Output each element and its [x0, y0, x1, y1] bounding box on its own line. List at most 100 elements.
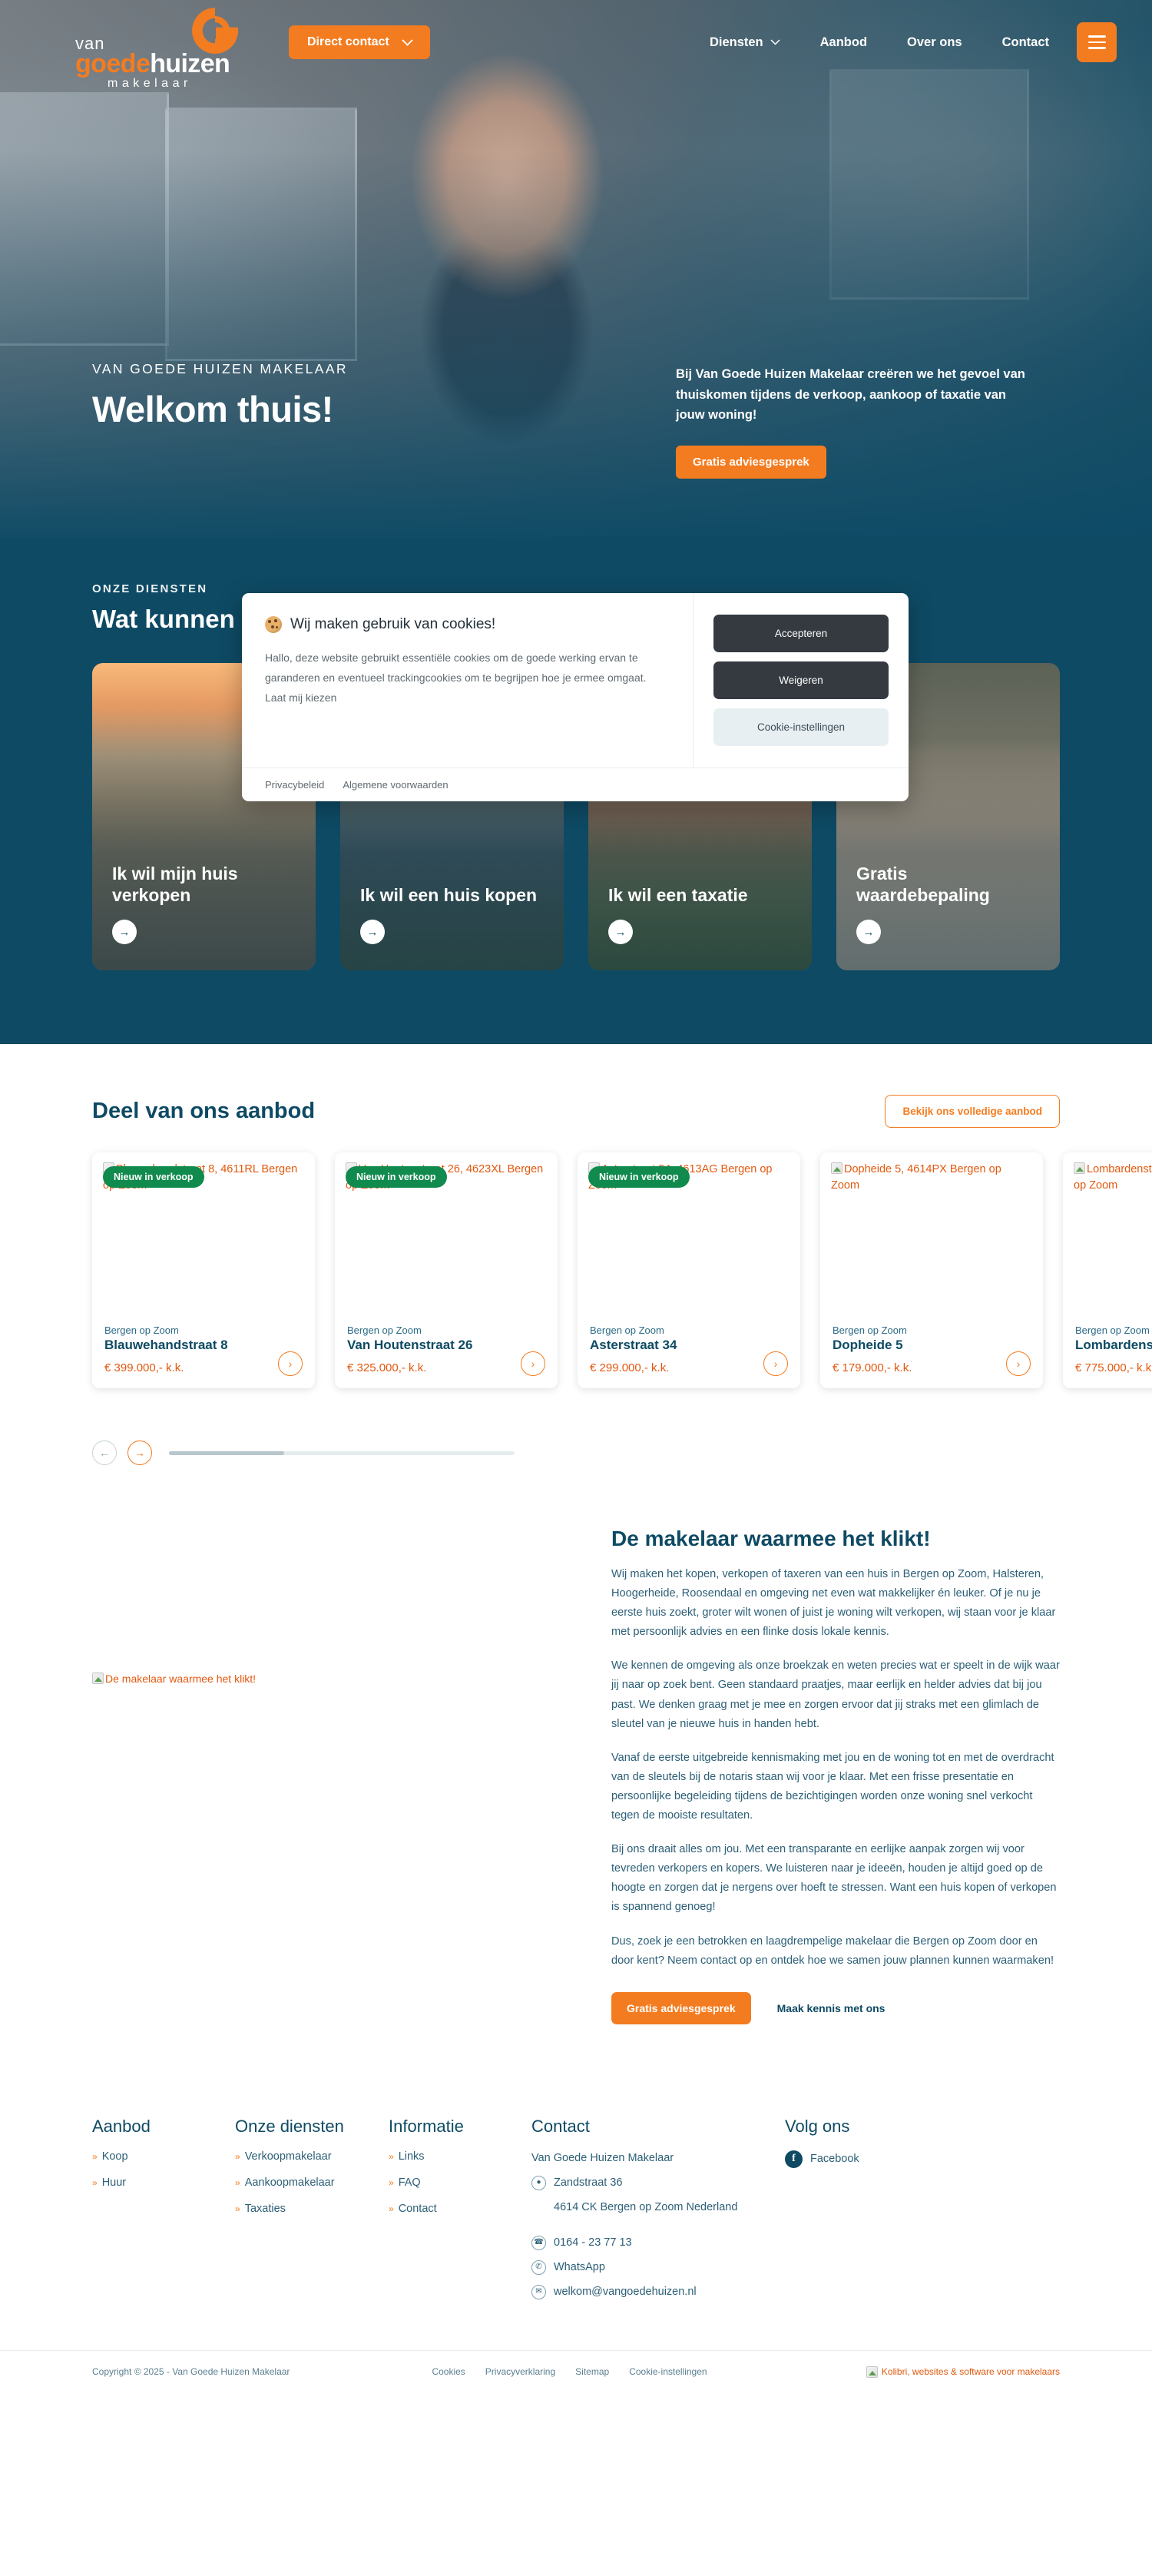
listings-carousel[interactable]: Nieuw in verkoop Blauwehandstraat 8, 461… — [92, 1152, 1152, 1388]
footer-phone[interactable]: ☎ 0164 - 23 77 13 — [531, 2235, 785, 2251]
footer-link-faq[interactable]: » FAQ — [389, 2177, 531, 2189]
about-image-alt: De makelaar waarmee het klikt! — [105, 1673, 257, 1685]
nav-item-aanbod[interactable]: Aanbod — [820, 35, 867, 50]
burger-line — [1087, 41, 1106, 44]
footer-link-koop[interactable]: » Koop — [92, 2150, 235, 2163]
listing-image-placeholder: Lombardenstraat 9, 4611ZH Bergen op Zoom — [1063, 1152, 1152, 1314]
carousel-next-button[interactable]: → — [127, 1441, 152, 1465]
carousel-scrollbar-track[interactable] — [169, 1450, 515, 1455]
site-logo[interactable]: van goedehuizen makelaar — [35, 0, 266, 90]
listing-card[interactable]: Dopheide 5, 4614PX Bergen op Zoom Bergen… — [820, 1152, 1043, 1388]
chevron-right-icon[interactable]: › — [763, 1351, 788, 1376]
cookie-decline-button[interactable]: Weigeren — [713, 661, 889, 699]
logo-main: goedehuizen — [75, 51, 230, 77]
arrow-right-icon[interactable]: → — [112, 920, 137, 944]
listing-image-alt: Lombardenstraat 9, 4611ZH Bergen op Zoom — [1074, 1163, 1152, 1192]
carousel-prev-button[interactable]: ← — [92, 1441, 117, 1465]
listing-city: Bergen op Zoom — [104, 1324, 179, 1336]
footer-phone-label: 0164 - 23 77 13 — [554, 2236, 632, 2249]
footer-bottom-link-privacy[interactable]: Privacyverklaring — [485, 2366, 555, 2377]
footer-whatsapp-label: WhatsApp — [554, 2260, 605, 2273]
nav-item-diensten[interactable]: Diensten — [710, 35, 780, 50]
chevron-right-icon[interactable]: › — [521, 1351, 545, 1376]
about-section: De makelaar waarmee het klikt! De makela… — [0, 1465, 1152, 2070]
social-link-label: Facebook — [810, 2153, 859, 2166]
chevron-right-icon[interactable]: › — [278, 1351, 303, 1376]
location-pin-icon: ● — [531, 2175, 546, 2190]
service-card-body: Gratis waardebepaling → — [856, 863, 1040, 944]
kolibri-credit[interactable]: Kolibri, websites & software voor makela… — [866, 2365, 1060, 2378]
cookie-privacy-link[interactable]: Privacybeleid — [265, 779, 324, 791]
broken-image-icon — [831, 1162, 842, 1174]
arrow-right-icon[interactable]: → — [360, 920, 385, 944]
listing-card[interactable]: Nieuw in verkoop Blauwehandstraat 8, 461… — [92, 1152, 315, 1388]
carousel-scrollbar-thumb[interactable] — [169, 1450, 284, 1455]
about-cta-primary-button[interactable]: Gratis adviesgesprek — [611, 1991, 751, 2024]
burger-line — [1087, 35, 1106, 38]
broken-image-icon — [866, 2365, 878, 2378]
footer-column-title: Contact — [531, 2116, 590, 2136]
view-all-listings-button[interactable]: Bekijk ons volledige aanbod — [885, 1095, 1060, 1128]
listing-card[interactable]: Nieuw in verkoop Van Houtenstraat 26, 46… — [335, 1152, 558, 1388]
footer-link-taxaties[interactable]: » Taxaties — [235, 2203, 389, 2215]
footer-link-label: Links — [398, 2150, 425, 2163]
main-navigation: Diensten Aanbod Over ons Contact — [710, 35, 1049, 50]
cookie-settings-button[interactable]: Cookie-instellingen — [713, 708, 889, 746]
listing-image-placeholder: Dopheide 5, 4614PX Bergen op Zoom — [820, 1152, 1043, 1314]
cookie-dialog-title: Wij maken gebruik van cookies! — [290, 616, 496, 632]
status-badge: Nieuw in verkoop — [103, 1166, 204, 1188]
cookie-icon — [265, 616, 282, 633]
footer-bottom-link-cookie-settings[interactable]: Cookie-instellingen — [629, 2366, 707, 2377]
footer-link-huur[interactable]: » Huur — [92, 2177, 235, 2189]
footer-bottom-link-sitemap[interactable]: Sitemap — [575, 2366, 609, 2377]
listing-address: Van Houtenstraat 26 — [347, 1338, 473, 1352]
listing-footer: Bergen op Zoom Asterstraat 34 € 299.000,… — [578, 1314, 800, 1388]
chevron-right-icon[interactable]: › — [1006, 1351, 1031, 1376]
cookie-terms-link[interactable]: Algemene voorwaarden — [343, 779, 448, 791]
broken-image-icon — [1074, 1162, 1085, 1174]
footer-link-verkoopmakelaar[interactable]: » Verkoopmakelaar — [235, 2150, 389, 2163]
arrow-right-icon[interactable]: → — [608, 920, 633, 944]
cookie-dialog-footer: Privacybeleid Algemene voorwaarden — [242, 767, 909, 801]
footer-bottom-link-cookies[interactable]: Cookies — [432, 2366, 465, 2377]
listing-price: € 179.000,- k.k. — [833, 1361, 912, 1374]
service-card-label: Ik wil een huis kopen — [360, 884, 538, 905]
listing-city: Bergen op Zoom — [590, 1324, 664, 1336]
logo-goede: goede — [75, 49, 151, 78]
footer-link-links[interactable]: » Links — [389, 2150, 531, 2163]
footer-link-label: Koop — [101, 2150, 128, 2163]
listing-price: € 775.000,- k.k. — [1075, 1361, 1152, 1374]
footer-whatsapp[interactable]: ✆ WhatsApp — [531, 2259, 785, 2276]
chevrons-right-icon: » — [389, 2203, 393, 2214]
footer-address: ● Zandstraat 36 — [531, 2175, 785, 2191]
aanbod-header: Deel van ons aanbod Bekijk ons volledige… — [92, 1095, 1060, 1128]
listing-card[interactable]: Lombardenstraat 9, 4611ZH Bergen op Zoom… — [1063, 1152, 1152, 1388]
chevrons-right-icon: » — [92, 2150, 97, 2162]
footer-link-contact[interactable]: » Contact — [389, 2203, 531, 2215]
arrow-right-icon[interactable]: → — [856, 920, 881, 944]
hero-eyebrow: VAN GOEDE HUIZEN MAKELAAR — [92, 361, 348, 376]
cookie-dialog-heading: Wij maken gebruik van cookies! — [265, 616, 667, 633]
menu-toggle-button[interactable] — [1077, 22, 1117, 62]
direct-contact-button[interactable]: Direct contact — [289, 25, 430, 59]
facebook-icon: f — [785, 2150, 803, 2168]
listing-card[interactable]: Nieuw in verkoop Asterstraat 34, 4613AG … — [578, 1152, 800, 1388]
footer-link-label: Aankoopmakelaar — [244, 2176, 335, 2189]
aanbod-title: Deel van ons aanbod — [92, 1099, 316, 1123]
cookie-accept-button[interactable]: Accepteren — [713, 615, 889, 652]
nav-item-over-ons[interactable]: Over ons — [907, 35, 962, 50]
footer-column-informatie: Informatie » Links » FAQ » Contact — [389, 2117, 531, 2309]
nav-item-contact[interactable]: Contact — [1002, 35, 1049, 50]
about-title: De makelaar waarmee het klikt! — [611, 1527, 931, 1550]
social-link-facebook[interactable]: f Facebook — [785, 2150, 859, 2168]
footer-email[interactable]: ✉ welkom@vangoedehuizen.nl — [531, 2284, 785, 2300]
footer-company-name: Van Goede Huizen Makelaar — [531, 2151, 674, 2164]
logo-huizen: huizen — [150, 49, 230, 78]
hero-cta-button[interactable]: Gratis adviesgesprek — [676, 446, 826, 479]
logo-wordmark: van goedehuizen makelaar — [75, 35, 230, 90]
footer-link-aankoopmakelaar[interactable]: » Aankoopmakelaar — [235, 2177, 389, 2189]
about-paragraph: Vanaf de eerste uitgebreide kennismaking… — [611, 1751, 1054, 1822]
about-cta-secondary-button[interactable]: Maak kennis met ons — [761, 1991, 901, 2024]
chevron-down-icon — [402, 38, 413, 46]
